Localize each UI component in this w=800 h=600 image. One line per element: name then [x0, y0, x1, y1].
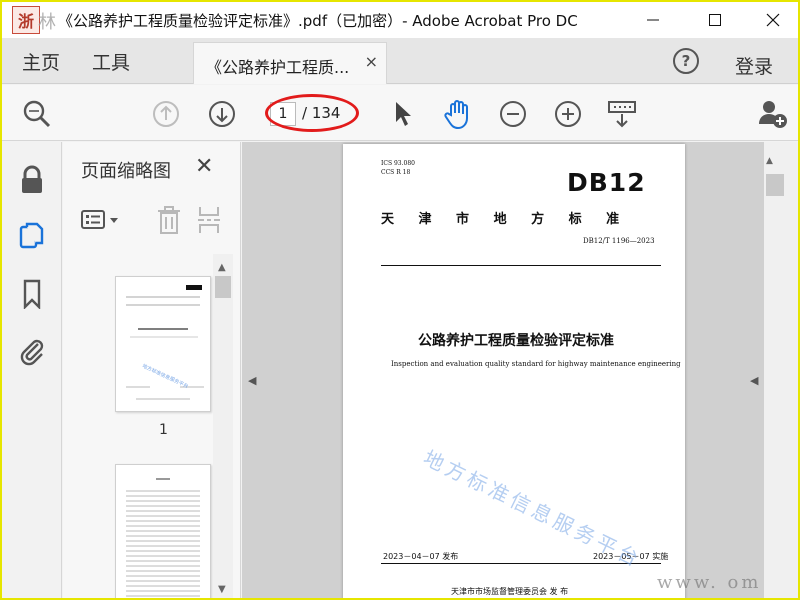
- page-thumbnails-nav-button[interactable]: [16, 220, 48, 252]
- document-scrollbar[interactable]: ▲: [764, 142, 798, 598]
- search-button[interactable]: [20, 97, 54, 131]
- attachments-nav-button[interactable]: [16, 335, 48, 367]
- scroll-up-arrow-icon[interactable]: ▲: [766, 156, 784, 166]
- close-button[interactable]: [744, 2, 798, 38]
- page-thumbnail-1[interactable]: 地方标准信息服务平台: [115, 276, 211, 412]
- issuing-authority: 天津市市场监督管理委员会 发 布: [451, 587, 569, 596]
- next-page-button[interactable]: [205, 97, 239, 131]
- extract-page-button[interactable]: [193, 204, 225, 236]
- tab-bar: 主页 工具 《公路养护工程质... × ? 登录: [2, 38, 798, 84]
- login-button[interactable]: 登录: [735, 52, 773, 79]
- select-tool-button[interactable]: [388, 97, 418, 131]
- toolbar: 1 / 134: [2, 85, 798, 141]
- page-thumbnail-2[interactable]: [115, 464, 211, 598]
- collapse-right-arrow-icon[interactable]: ◀: [750, 374, 758, 387]
- thumbnail-scrollbar[interactable]: ▲ ▼: [213, 254, 233, 598]
- tab-tools[interactable]: 工具: [92, 48, 130, 75]
- minimize-button[interactable]: [624, 2, 682, 38]
- thumbnail-options-button[interactable]: [79, 204, 125, 236]
- pages-icon: [19, 222, 44, 249]
- document-scroll-thumb[interactable]: [766, 174, 784, 196]
- page-total-label: / 134: [302, 104, 341, 122]
- zoom-in-button[interactable]: [551, 97, 585, 131]
- close-icon: [766, 13, 780, 27]
- collapse-left-arrow-icon[interactable]: ◀: [248, 374, 256, 387]
- add-user-icon: [759, 101, 787, 128]
- bookmarks-nav-button[interactable]: [16, 278, 48, 310]
- page-navigator: 1 / 134: [264, 95, 358, 131]
- zoom-out-button[interactable]: [496, 97, 530, 131]
- document-title-en: Inspection and evaluation quality standa…: [391, 360, 681, 368]
- thumbnail-scroll-thumb[interactable]: [215, 276, 231, 298]
- security-nav-button[interactable]: [16, 164, 48, 196]
- scroll-down-arrow-icon[interactable]: ▼: [218, 584, 226, 595]
- standard-number: DB12/T 1196—2023: [583, 237, 655, 245]
- region-standard-title: 天 津 市 地 方 标 准: [381, 212, 623, 227]
- zoom-out-icon: [500, 101, 526, 127]
- attachment-icon: [20, 339, 44, 366]
- scroll-up-arrow-icon[interactable]: ▲: [218, 262, 226, 273]
- prev-page-button[interactable]: [149, 97, 183, 131]
- help-button[interactable]: ?: [673, 48, 699, 74]
- arrow-down-circle-icon: [209, 101, 235, 127]
- search-icon: [23, 100, 51, 128]
- page-thumbnail-preview: 地方标准信息服务平台: [126, 285, 204, 400]
- maximize-button[interactable]: [686, 2, 744, 38]
- tab-document[interactable]: 《公路养护工程质... ×: [193, 42, 387, 84]
- document-viewer[interactable]: ◀ ICS 93.080 CCS R 18 DB12 天 津 市 地 方 标 准…: [242, 142, 764, 598]
- delete-page-button[interactable]: [153, 204, 185, 236]
- app-window: 浙 林 《公路养护工程质量检验评定标准》.pdf（已加密）- Adobe Acr…: [2, 2, 798, 598]
- share-user-button[interactable]: [756, 97, 790, 131]
- page-number-input[interactable]: 1: [270, 102, 296, 126]
- left-nav-pane: [2, 142, 62, 598]
- trash-icon: [158, 206, 180, 234]
- scroll-mode-button[interactable]: [605, 97, 639, 131]
- title-bar: 浙 林 《公路养护工程质量检验评定标准》.pdf（已加密）- Adobe Acr…: [2, 2, 798, 38]
- panel-close-button[interactable]: ✕: [195, 154, 213, 179]
- app-logo: 浙: [12, 6, 40, 34]
- minimize-icon: [647, 19, 659, 21]
- options-menu-icon: [81, 210, 118, 229]
- page-thumbnail-preview: [126, 478, 200, 597]
- cursor-arrow-icon: [396, 102, 411, 126]
- ccs-code: CCS R 18: [381, 169, 411, 176]
- hand-tool-button[interactable]: [440, 95, 476, 133]
- svg-text:地方标准信息服务平台: 地方标准信息服务平台: [141, 362, 189, 389]
- document-tab-label: 《公路养护工程质...: [206, 58, 350, 77]
- window-title: 《公路养护工程质量检验评定标准》.pdf（已加密）- Adobe Acrobat…: [58, 12, 578, 30]
- document-title-cn: 公路养护工程质量检验评定标准: [418, 333, 614, 349]
- lock-icon: [22, 165, 42, 193]
- page-split-icon: [198, 207, 220, 233]
- panel-title: 页面缩略图: [81, 161, 171, 182]
- keyboard-scroll-icon: [608, 101, 636, 128]
- document-tab-close-button[interactable]: ×: [365, 52, 378, 71]
- publish-date: 2023－04－07 发布: [383, 552, 459, 561]
- maximize-icon: [709, 14, 721, 26]
- ics-code: ICS 93.080: [381, 160, 415, 167]
- header-divider: [381, 265, 661, 266]
- pdf-page: ICS 93.080 CCS R 18 DB12 天 津 市 地 方 标 准 D…: [343, 144, 685, 598]
- tab-home[interactable]: 主页: [22, 48, 60, 75]
- app-logo-text: 林: [38, 12, 56, 33]
- page-thumbnails-panel: 页面缩略图 ✕ 地方标准信息服务平台 1 ▲ ▼: [63, 142, 241, 598]
- arrow-up-circle-icon: [153, 101, 179, 127]
- page-thumbnail-label: 1: [159, 422, 168, 438]
- bookmark-icon: [23, 279, 41, 309]
- corner-watermark: www. om: [657, 572, 762, 593]
- zoom-in-icon: [555, 101, 581, 127]
- hand-icon: [444, 100, 468, 130]
- db-logo: DB12: [567, 168, 646, 197]
